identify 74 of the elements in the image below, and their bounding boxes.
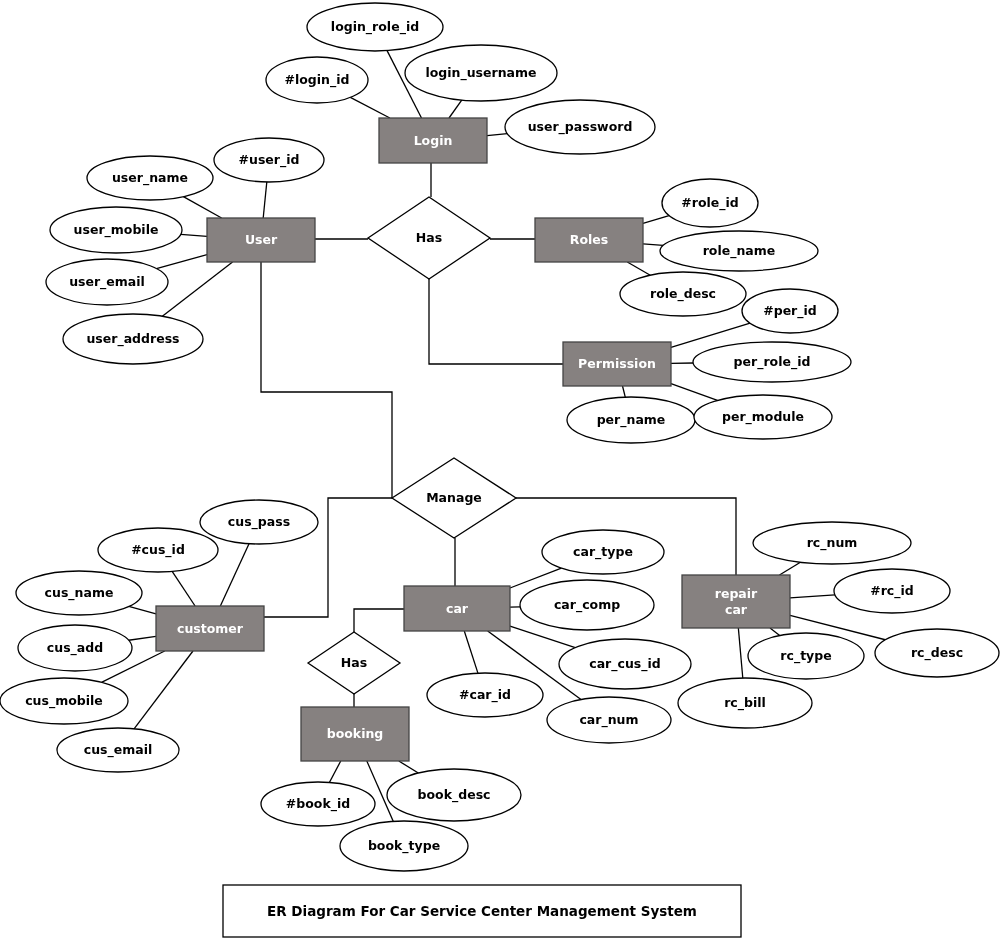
connector-line — [353, 693, 355, 708]
attribute-ellipse: book_desc — [386, 768, 522, 822]
connector-line — [737, 627, 744, 679]
entity-box: Permission — [562, 341, 672, 387]
attribute-ellipse: login_username — [404, 44, 558, 102]
attribute-ellipse: per_role_id — [692, 341, 852, 383]
attribute-ellipse: per_name — [566, 396, 696, 444]
connector-line — [642, 243, 664, 247]
connector-line — [509, 606, 521, 608]
connector-line — [626, 261, 651, 276]
connector-line — [314, 238, 369, 240]
attribute-ellipse: rc_type — [747, 632, 865, 680]
entity-box: User — [206, 217, 316, 263]
entity-box: Login — [378, 117, 488, 164]
attribute-ellipse: car_num — [546, 696, 672, 744]
attribute-ellipse: user_email — [45, 258, 169, 306]
connector-line — [219, 543, 250, 607]
connector-line — [670, 362, 694, 364]
attribute-ellipse: per_module — [693, 394, 833, 440]
entity-box: repair car — [681, 574, 791, 629]
relationship-diamond: Manage — [390, 457, 518, 539]
relationship-diamond: Has — [306, 631, 402, 695]
relationship-diamond: Has — [366, 196, 492, 280]
connector-line — [366, 760, 394, 822]
attribute-ellipse: login_role_id — [306, 2, 444, 52]
attribute-ellipse: #car_id — [426, 672, 544, 718]
attribute-ellipse: #cus_id — [97, 527, 219, 573]
connector-line — [128, 635, 157, 641]
attribute-ellipse: cus_pass — [199, 499, 319, 545]
attribute-ellipse: cus_email — [56, 727, 180, 773]
connector-line — [486, 133, 508, 137]
entity-box: booking — [300, 706, 410, 762]
connector-line — [430, 162, 432, 198]
attribute-ellipse: #rc_id — [833, 568, 951, 614]
connector-line — [182, 196, 223, 219]
attribute-ellipse: role_name — [659, 230, 819, 272]
attribute-ellipse: #book_id — [260, 781, 376, 827]
connector-line — [778, 561, 802, 576]
connector-line — [463, 630, 479, 674]
attribute-ellipse: book_type — [339, 820, 469, 872]
attribute-ellipse: role_desc — [619, 271, 747, 317]
attribute-ellipse: user_password — [504, 99, 656, 155]
connector-line — [642, 214, 670, 225]
connector-line — [789, 594, 836, 599]
connector-line — [262, 181, 268, 219]
connector-line — [171, 570, 196, 607]
attribute-ellipse: cus_name — [15, 570, 143, 616]
connector-line — [454, 537, 456, 587]
attribute-ellipse: user_address — [62, 313, 204, 365]
connector-line — [180, 233, 208, 237]
attribute-ellipse: user_name — [86, 155, 214, 201]
entity-box: car — [403, 585, 511, 632]
attribute-ellipse: user_mobile — [49, 206, 183, 254]
attribute-ellipse: car_cus_id — [558, 638, 692, 690]
attribute-ellipse: rc_desc — [874, 628, 1000, 678]
attribute-ellipse: car_type — [541, 529, 665, 575]
diagram-title: ER Diagram For Car Service Center Management System — [222, 884, 742, 938]
attribute-ellipse: car_comp — [519, 579, 655, 631]
connector-line — [621, 385, 626, 398]
attribute-ellipse: rc_bill — [677, 677, 813, 729]
connector-line — [448, 99, 463, 119]
connector-line — [398, 760, 419, 774]
entity-box: customer — [155, 605, 265, 652]
attribute-ellipse: cus_add — [17, 624, 133, 672]
attribute-ellipse: #per_id — [741, 288, 839, 334]
attribute-ellipse: #user_id — [213, 137, 325, 183]
attribute-ellipse: #role_id — [661, 178, 759, 228]
connector-line — [489, 238, 536, 240]
entity-box: Roles — [534, 217, 644, 263]
attribute-ellipse: rc_num — [752, 521, 912, 565]
connector-line — [128, 605, 157, 615]
connector-line — [670, 382, 719, 402]
attribute-ellipse: #login_id — [265, 56, 369, 104]
connector-line — [328, 760, 342, 784]
